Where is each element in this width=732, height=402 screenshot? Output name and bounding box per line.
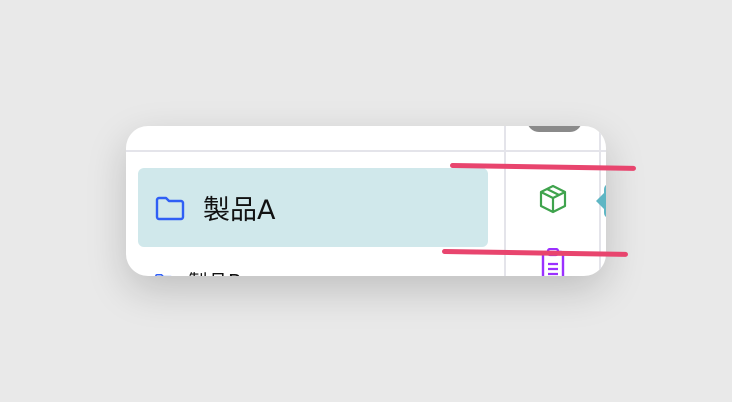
list-item[interactable]: 製品B (154, 266, 242, 276)
drag-handle[interactable] (527, 126, 582, 132)
list-item-selected[interactable]: 製品A (138, 168, 488, 247)
expand-handle-icon[interactable] (596, 184, 606, 218)
folder-icon (155, 273, 173, 276)
list-item-label: 製品B (188, 266, 242, 276)
package-icon[interactable] (539, 184, 567, 214)
divider (126, 150, 606, 152)
folder-icon (155, 196, 185, 220)
list-item-label: 製品A (203, 195, 276, 226)
